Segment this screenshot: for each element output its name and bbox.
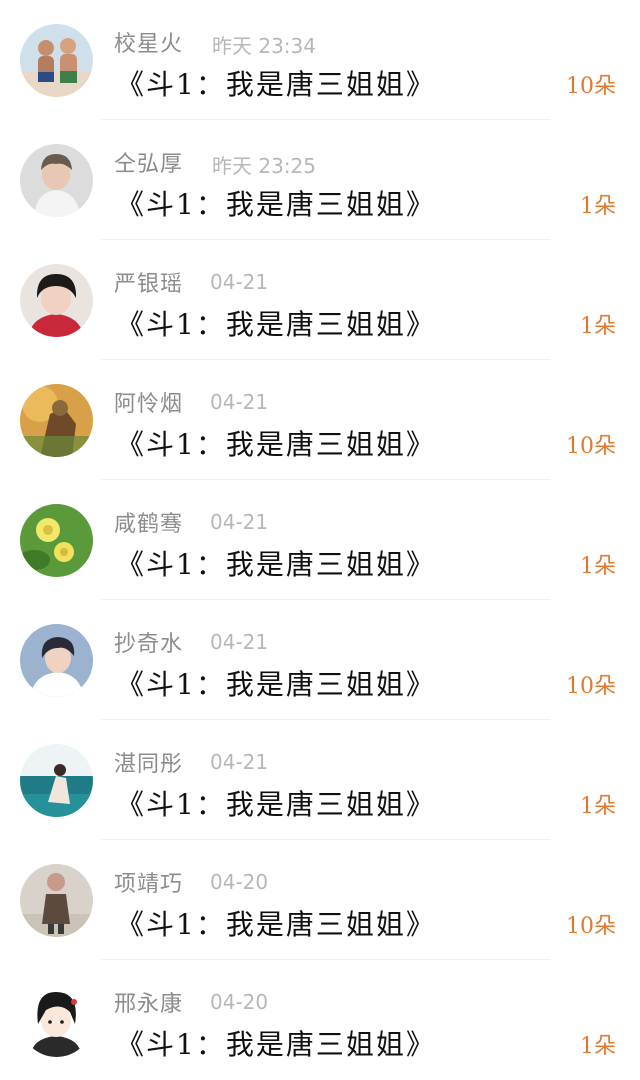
- send-time: 04-21: [210, 750, 269, 774]
- gift-count: 1朵: [580, 314, 616, 339]
- list-item[interactable]: 校星火 昨天 23:34 《斗1：我是唐三姐姐》 10朵: [0, 0, 640, 120]
- gift-count: 10朵: [566, 434, 616, 459]
- message-text: 《斗1：我是唐三姐姐》: [116, 308, 436, 341]
- message-text: 《斗1：我是唐三姐姐》: [116, 1028, 436, 1061]
- send-time: 04-21: [210, 390, 269, 414]
- list-item[interactable]: 邢永康 04-20 《斗1：我是唐三姐姐》 1朵: [0, 960, 640, 1080]
- avatar[interactable]: [20, 864, 93, 937]
- message-text: 《斗1：我是唐三姐姐》: [116, 908, 436, 941]
- message-text: 《斗1：我是唐三姐姐》: [116, 548, 436, 581]
- send-time: 04-20: [210, 870, 269, 894]
- list-item[interactable]: 仝弘厚 昨天 23:25 《斗1：我是唐三姐姐》 1朵: [0, 120, 640, 240]
- sender-name: 湛同彤: [114, 752, 184, 777]
- list-item[interactable]: 咸鹤骞 04-21 《斗1：我是唐三姐姐》 1朵: [0, 480, 640, 600]
- gift-count: 10朵: [566, 914, 616, 939]
- message-text: 《斗1：我是唐三姐姐》: [116, 668, 436, 701]
- message-text: 《斗1：我是唐三姐姐》: [116, 428, 436, 461]
- sender-name: 严银瑶: [114, 272, 184, 297]
- list-item[interactable]: 严银瑶 04-21 《斗1：我是唐三姐姐》 1朵: [0, 240, 640, 360]
- avatar[interactable]: [20, 24, 93, 97]
- avatar[interactable]: [20, 144, 93, 217]
- gift-count: 1朵: [580, 794, 616, 819]
- gift-count: 10朵: [566, 74, 616, 99]
- list-item[interactable]: 阿怜烟 04-21 《斗1：我是唐三姐姐》 10朵: [0, 360, 640, 480]
- avatar[interactable]: [20, 624, 93, 697]
- send-time: 04-21: [210, 270, 269, 294]
- sender-name: 阿怜烟: [114, 392, 184, 417]
- list-item[interactable]: 抄奇水 04-21 《斗1：我是唐三姐姐》 10朵: [0, 600, 640, 720]
- gift-record-list: 校星火 昨天 23:34 《斗1：我是唐三姐姐》 10朵 仝弘厚 昨天 23:2…: [0, 0, 640, 1079]
- send-time: 昨天 23:34: [212, 34, 316, 58]
- message-text: 《斗1：我是唐三姐姐》: [116, 68, 436, 101]
- gift-count: 10朵: [566, 674, 616, 699]
- avatar[interactable]: [20, 744, 93, 817]
- sender-name: 邢永康: [114, 992, 184, 1017]
- send-time: 04-20: [210, 990, 269, 1014]
- avatar[interactable]: [20, 384, 93, 457]
- send-time: 04-21: [210, 630, 269, 654]
- send-time: 昨天 23:25: [212, 154, 316, 178]
- list-item[interactable]: 湛同彤 04-21 《斗1：我是唐三姐姐》 1朵: [0, 720, 640, 840]
- avatar[interactable]: [20, 264, 93, 337]
- list-item[interactable]: 项靖巧 04-20 《斗1：我是唐三姐姐》 10朵: [0, 840, 640, 960]
- sender-name: 抄奇水: [114, 632, 184, 657]
- send-time: 04-21: [210, 510, 269, 534]
- gift-count: 1朵: [580, 1034, 616, 1059]
- message-text: 《斗1：我是唐三姐姐》: [116, 188, 436, 221]
- avatar[interactable]: [20, 504, 93, 577]
- message-text: 《斗1：我是唐三姐姐》: [116, 788, 436, 821]
- avatar[interactable]: [20, 984, 93, 1057]
- sender-name: 项靖巧: [114, 872, 184, 897]
- sender-name: 校星火: [114, 32, 184, 57]
- sender-name: 仝弘厚: [114, 152, 184, 177]
- gift-count: 1朵: [580, 554, 616, 579]
- sender-name: 咸鹤骞: [114, 512, 184, 537]
- gift-count: 1朵: [580, 194, 616, 219]
